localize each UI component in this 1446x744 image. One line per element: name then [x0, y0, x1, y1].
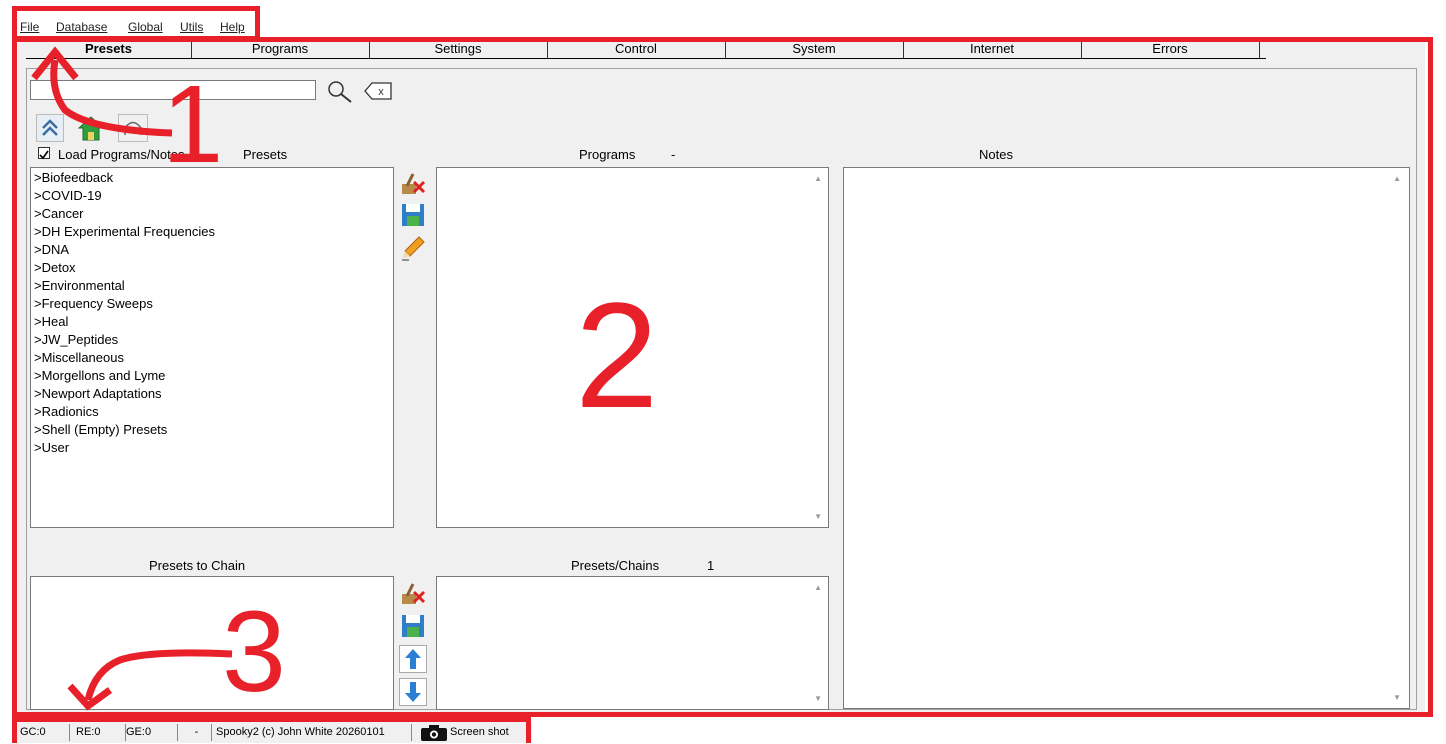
annotation-number-3: 3 — [222, 588, 286, 716]
annotation-number-1: 1 — [162, 63, 224, 186]
annotation-number-2: 2 — [575, 271, 659, 439]
